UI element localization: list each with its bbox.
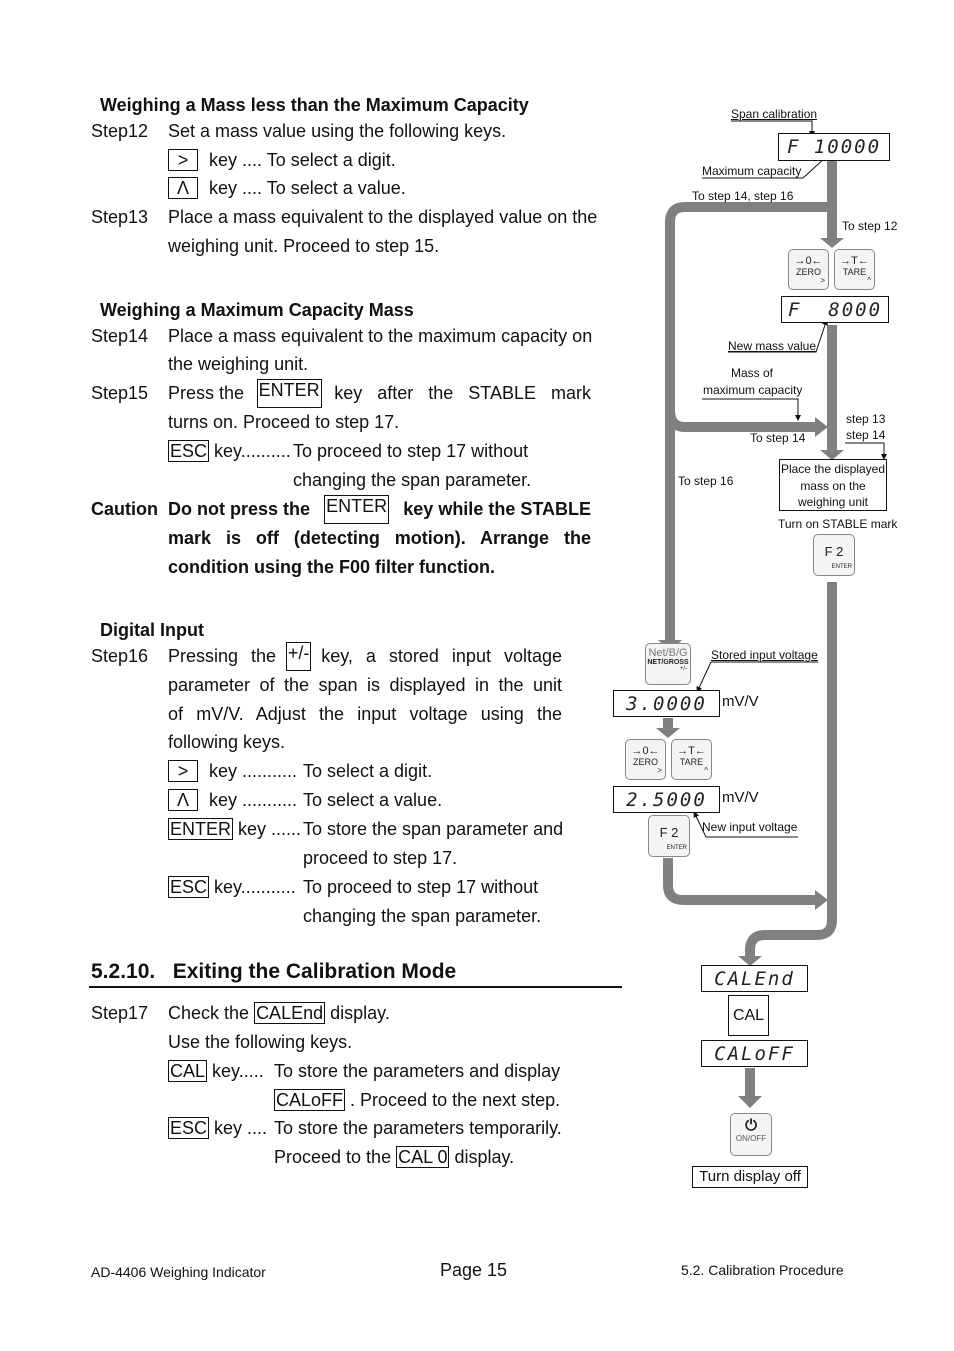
- display-3-0000: 3.0000: [613, 690, 720, 717]
- label-to-step-14-16: To step 14, step 16: [692, 189, 794, 203]
- zero-key-digital[interactable]: →0← ZERO >: [625, 739, 666, 780]
- flow-path-digital-join: [663, 858, 815, 905]
- unit-mvv: mV/V: [722, 789, 759, 806]
- display-calend: CALEnd: [701, 965, 808, 992]
- right-chevron-icon: >: [657, 766, 662, 775]
- onoff-key-label: ON/OFF: [735, 1134, 767, 1143]
- flow-path-to-step14: [665, 409, 815, 432]
- label-step-13: step 13: [846, 412, 886, 426]
- zero-symbol-icon: →0←: [631, 745, 660, 757]
- label-maximum-capacity: Maximum capacity: [702, 164, 802, 178]
- netgross-mid-label: NET/GROSS: [647, 659, 689, 666]
- place-mass-box: Place the displayed mass on the weighing…: [779, 459, 887, 511]
- label-span-calibration: Span calibration: [731, 107, 818, 121]
- netgross-plusminus-key[interactable]: Net/B/G NET/GROSS +/-: [645, 643, 691, 685]
- label-to-step-14: To step 14: [750, 431, 806, 445]
- footer-left: AD-4406 Weighing Indicator: [91, 1264, 266, 1280]
- display-caloff: CALoFF: [701, 1040, 808, 1067]
- label-step-14: step 14: [846, 428, 886, 442]
- label-to-step-16: To step 16: [678, 474, 734, 488]
- text: weighing unit: [797, 495, 869, 509]
- text: mass on the: [800, 478, 866, 493]
- label-new-mass-value: New mass value: [728, 339, 817, 353]
- footer-right: 5.2. Calibration Procedure: [681, 1262, 844, 1278]
- arrow-head: [738, 1096, 762, 1108]
- display-f8000: F 8000: [781, 296, 889, 323]
- zero-key[interactable]: →0← ZERO >: [788, 249, 829, 290]
- unit-mvv: mV/V: [722, 693, 759, 710]
- up-chevron-icon: ^: [867, 276, 871, 285]
- label-to-step-12: To step 12: [842, 219, 898, 233]
- cal-key[interactable]: CAL: [728, 995, 769, 1036]
- flow-arrows: [656, 120, 887, 1108]
- f2-key-label: F 2: [659, 825, 679, 840]
- page-number: Page 15: [440, 1260, 508, 1280]
- tare-symbol-icon: →T←: [840, 255, 869, 267]
- tare-key-digital[interactable]: →T← TARE ^: [671, 739, 712, 780]
- up-chevron-icon: ^: [704, 766, 708, 775]
- arrow-head: [656, 728, 680, 738]
- plusminus-sublabel: +/-: [679, 666, 687, 672]
- f2-enter-key[interactable]: F 2 ENTER: [813, 534, 855, 576]
- label-turn-on-stable: Turn on STABLE mark: [778, 517, 898, 531]
- display-f10000: F 10000: [778, 133, 890, 161]
- label-new-input-voltage: New input voltage: [702, 820, 798, 834]
- tare-key[interactable]: →T← TARE ^: [834, 249, 875, 290]
- label-stored-input-voltage: Stored input voltage: [711, 648, 818, 662]
- enter-sublabel: ENTER: [831, 564, 852, 570]
- arrow-head: [820, 238, 844, 248]
- enter-sublabel: ENTER: [666, 845, 687, 851]
- arrow-head: [815, 890, 828, 910]
- tare-symbol-icon: →T←: [677, 745, 706, 757]
- f2-enter-key-digital[interactable]: F 2 ENTER: [648, 815, 690, 857]
- zero-symbol-icon: →0←: [794, 255, 823, 267]
- onoff-key[interactable]: ⏻ ON/OFF: [730, 1113, 772, 1156]
- label-maximum-capacity-2: maximum capacity: [703, 383, 803, 397]
- right-chevron-icon: >: [820, 276, 825, 285]
- label-mass-of: Mass of: [731, 366, 774, 380]
- display-2-5000: 2.5000: [613, 786, 720, 813]
- power-icon: ⏻: [745, 1117, 757, 1134]
- arrow-head: [815, 417, 828, 437]
- text: Place the displayed: [780, 462, 886, 476]
- netgross-top-label: Net/B/G: [648, 647, 688, 659]
- f2-key-label: F 2: [824, 544, 844, 559]
- turn-display-off-box: Turn display off: [692, 1166, 808, 1188]
